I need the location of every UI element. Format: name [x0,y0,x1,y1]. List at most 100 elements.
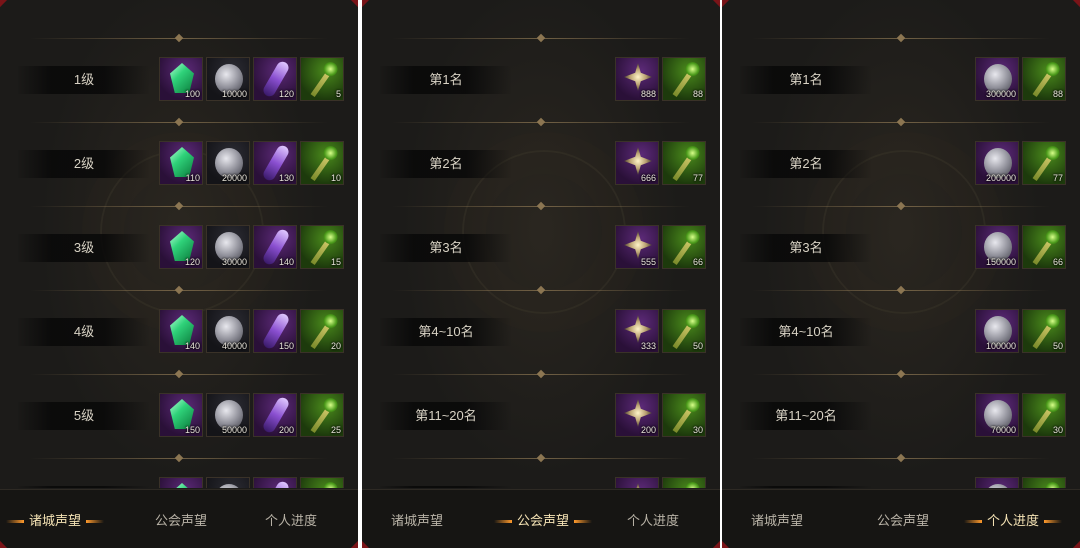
reward-row[interactable]: 4级 140 40000 150 20 [0,296,358,380]
reward-item-slot[interactable]: 555 [615,225,659,269]
tab-city-reputation[interactable]: 诸城声望 [0,510,110,529]
reward-row[interactable]: 1级 100 10000 120 5 [0,44,358,128]
reward-item-slot[interactable]: 5 [300,57,344,101]
reward-item-slot[interactable]: 888 [615,57,659,101]
reward-row[interactable]: 第2名 666 77 [362,128,720,212]
reward-item-slot[interactable] [975,477,1019,488]
item-count: 77 [1052,173,1063,183]
reward-row[interactable]: 第11~20名 70000 30 [722,380,1080,464]
reward-item-slot[interactable] [615,477,659,488]
reward-item-slot[interactable]: 140 [159,309,203,353]
reward-item-slot[interactable]: 10 [300,141,344,185]
reward-item-slot[interactable]: 150000 [975,225,1019,269]
reward-item-slot[interactable]: 88 [1022,57,1066,101]
reward-item-slot[interactable] [159,477,203,488]
reward-list[interactable]: 第1名 888 88 第2名 666 77 第3名 555 66 第4~10名 333 50 第11~2… [362,0,720,488]
row-divider [752,369,1050,379]
tab-personal-progress[interactable]: 个人进度 [598,510,708,529]
reward-item-slot[interactable]: 50 [1022,309,1066,353]
reward-item-slot[interactable]: 20 [300,309,344,353]
reward-item-slot[interactable] [662,477,706,488]
tab-label: 公会声望 [154,513,207,528]
reward-item-slot[interactable]: 120 [253,57,297,101]
item-count: 66 [1052,257,1063,267]
tab-guild-reputation[interactable]: 公会声望 [848,510,958,529]
reward-row[interactable]: 第2名 200000 77 [722,128,1080,212]
reward-list[interactable]: 1级 100 10000 120 5 2级 110 20000 130 10 3级 120 30000 1… [0,0,358,488]
reward-item-slot[interactable]: 10000 [206,57,250,101]
silver-coin-icon [215,484,243,488]
reward-item-slot[interactable]: 666 [615,141,659,185]
reward-item-slot[interactable]: 130 [253,141,297,185]
reward-list[interactable]: 第1名 300000 88 第2名 200000 77 第3名 150000 66 第4~10名 1… [722,0,1080,488]
reward-item-slot[interactable]: 200 [615,393,659,437]
reward-item-slot[interactable]: 50 [662,309,706,353]
reward-item-slot[interactable]: 333 [615,309,659,353]
reward-row[interactable]: 第4~10名 100000 50 [722,296,1080,380]
reward-item-slot[interactable] [206,477,250,488]
reward-row[interactable]: 第1名 300000 88 [722,44,1080,128]
reward-item-slot[interactable]: 100 [159,57,203,101]
reward-item-slot[interactable] [253,477,297,488]
tab-guild-reputation[interactable]: 公会声望 [126,510,236,529]
tab-guild-reputation[interactable]: 公会声望 [488,510,598,529]
reward-item-slot[interactable]: 30 [1022,393,1066,437]
reward-item-slot[interactable]: 40000 [206,309,250,353]
reward-item-slot[interactable]: 110 [159,141,203,185]
reward-item-slot[interactable]: 120 [159,225,203,269]
reward-item-slot[interactable]: 77 [662,141,706,185]
reward-item-slot[interactable]: 30 [662,393,706,437]
divider-diamond [896,33,906,43]
reward-item-slot[interactable] [1022,477,1066,488]
reward-item-slot[interactable]: 150 [253,309,297,353]
row-divider [30,117,328,127]
reward-item-slot[interactable]: 66 [1022,225,1066,269]
reward-row[interactable]: 第1名 888 88 [362,44,720,128]
reward-item-slot[interactable]: 66 [662,225,706,269]
item-count: 100 [184,89,200,99]
medal-icon [624,483,652,488]
reward-item-slot[interactable]: 140 [253,225,297,269]
reward-item-slot[interactable]: 20000 [206,141,250,185]
reward-row[interactable]: 3级 120 30000 140 15 [0,212,358,296]
reward-row[interactable] [0,464,358,488]
tab-personal-progress[interactable]: 个人进度 [958,510,1068,529]
reward-item-slot[interactable]: 100000 [975,309,1019,353]
reward-item-slot[interactable]: 15 [300,225,344,269]
reward-row[interactable]: 2级 110 20000 130 10 [0,128,358,212]
reward-item-slot[interactable]: 77 [1022,141,1066,185]
row-divider [30,369,328,379]
reward-row[interactable]: 第3名 555 66 [362,212,720,296]
item-count: 140 [184,341,200,351]
reward-items: 333 50 [615,309,706,353]
reward-row[interactable]: 第11~20名 200 30 [362,380,720,464]
reward-row[interactable] [722,464,1080,488]
item-count: 200 [640,425,656,435]
scepter-icon [672,483,699,488]
reward-item-slot[interactable]: 200 [253,393,297,437]
item-count: 5 [335,89,341,99]
reward-item-slot[interactable]: 200000 [975,141,1019,185]
reward-item-slot[interactable]: 70000 [975,393,1019,437]
reward-row[interactable]: 第3名 150000 66 [722,212,1080,296]
row-divider [30,33,328,43]
reward-row[interactable]: 5级 150 50000 200 25 [0,380,358,464]
item-count: 120 [184,257,200,267]
tab-personal-progress[interactable]: 个人进度 [236,510,346,529]
reward-item-slot[interactable]: 30000 [206,225,250,269]
reward-item-slot[interactable]: 150 [159,393,203,437]
tab-city-reputation[interactable]: 诸城声望 [722,510,832,529]
reward-item-slot[interactable]: 300000 [975,57,1019,101]
reward-item-slot[interactable] [300,477,344,488]
reward-item-slot[interactable]: 25 [300,393,344,437]
reward-items: 100000 50 [975,309,1066,353]
tab-city-reputation[interactable]: 诸城声望 [362,510,472,529]
reward-item-slot[interactable]: 88 [662,57,706,101]
item-count: 666 [640,173,656,183]
reward-row[interactable] [362,464,720,488]
reward-row[interactable]: 第4~10名 333 50 [362,296,720,380]
reward-item-slot[interactable]: 50000 [206,393,250,437]
tab-ornament-right [574,520,592,524]
rank-label: 第11~20名 [380,402,512,430]
medal-icon [624,315,652,343]
